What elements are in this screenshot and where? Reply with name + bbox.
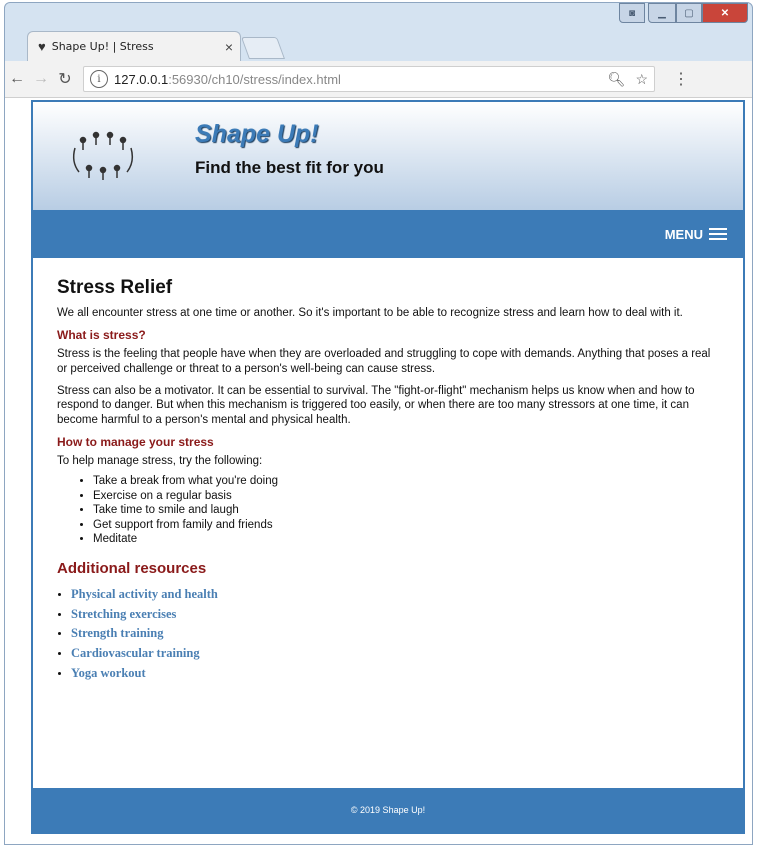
what-is-stress-heading: What is stress? [57, 328, 146, 343]
menu-button[interactable]: MENU [665, 227, 727, 242]
url-host: 127.0.0.1 [114, 71, 169, 87]
new-tab-button[interactable] [240, 37, 286, 59]
list-item: Take time to smile and laugh [93, 503, 719, 517]
main-content: Stress Relief We all encounter stress at… [33, 258, 743, 681]
people-circle-logo-icon [72, 131, 134, 180]
list-item: Yoga workout [71, 666, 719, 682]
address-bar[interactable]: i 127.0.0.1:56930/ch10/stress/index.html… [83, 66, 655, 92]
list-item: Physical activity and health [71, 587, 719, 603]
window-controls: ◙ ▁ ▢ ✕ [619, 3, 748, 23]
site-page: Shape Up! Find the best fit for you MENU… [31, 100, 745, 834]
site-navbar: MENU [33, 210, 743, 258]
bookmark-star-icon[interactable]: ☆ [635, 71, 648, 88]
resources-list: Physical activity and health Stretching … [57, 587, 719, 681]
list-item: Exercise on a regular basis [93, 489, 719, 503]
hamburger-icon [709, 228, 727, 240]
close-window-button[interactable]: ✕ [702, 3, 748, 23]
tab-bar: ♥ Shape Up! | Stress × ◙ ▁ ▢ ✕ [5, 3, 752, 63]
maximize-button[interactable]: ▢ [676, 3, 702, 23]
resource-link-yoga[interactable]: Yoga workout [71, 666, 146, 680]
resource-link-physical-activity[interactable]: Physical activity and health [71, 587, 218, 601]
url-path: :56930/ch10/stress/index.html [168, 71, 341, 87]
site-header: Shape Up! Find the best fit for you [33, 102, 743, 210]
browser-toolbar: ← → ↻ i 127.0.0.1:56930/ch10/stress/inde… [5, 61, 752, 98]
back-arrow-icon[interactable]: ← [5, 70, 29, 88]
what-paragraph-2: Stress can also be a motivator. It can b… [57, 384, 695, 426]
browser-menu-icon[interactable]: ⋮ [673, 69, 689, 89]
site-title[interactable]: Shape Up! [195, 120, 319, 149]
site-footer: © 2019 Shape Up! [33, 788, 743, 832]
list-item: Meditate [93, 532, 719, 546]
browser-tab[interactable]: ♥ Shape Up! | Stress × [27, 31, 241, 61]
tips-list: Take a break from what you're doing Exer… [57, 474, 719, 546]
copyright-text: © 2019 Shape Up! [350, 805, 426, 815]
heart-favicon-icon: ♥ [38, 39, 46, 54]
user-icon[interactable]: ◙ [619, 3, 645, 23]
tab-close-icon[interactable]: × [218, 39, 240, 55]
additional-resources-heading: Additional resources [57, 560, 207, 578]
zoom-icon[interactable]: 🔍︎ [608, 71, 626, 88]
tab-title: Shape Up! | Stress [51, 40, 154, 53]
list-item: Cardiovascular training [71, 646, 719, 662]
minimize-button[interactable]: ▁ [648, 3, 676, 23]
info-icon[interactable]: i [90, 70, 108, 88]
menu-label: MENU [664, 226, 703, 242]
intro-paragraph: We all encounter stress at one time or a… [57, 306, 683, 319]
list-item: Strength training [71, 626, 719, 642]
forward-arrow-icon[interactable]: → [29, 70, 53, 88]
reload-icon[interactable]: ↻ [53, 69, 77, 89]
list-item: Stretching exercises [71, 607, 719, 623]
list-item: Get support from family and friends [93, 518, 719, 532]
site-tagline: Find the best fit for you [195, 158, 384, 177]
page-viewport: Shape Up! Find the best fit for you MENU… [5, 98, 752, 844]
manage-intro: To help manage stress, try the following… [57, 455, 263, 467]
resource-link-cardio[interactable]: Cardiovascular training [71, 646, 200, 660]
list-item: Take a break from what you're doing [93, 474, 719, 488]
browser-window: ♥ Shape Up! | Stress × ◙ ▁ ▢ ✕ ← → ↻ i 1… [4, 2, 753, 845]
manage-stress-heading: How to manage your stress [57, 435, 214, 449]
page-title: Stress Relief [57, 277, 173, 298]
what-paragraph-1: Stress is the feeling that people have w… [57, 348, 711, 375]
resource-link-stretching[interactable]: Stretching exercises [71, 607, 176, 621]
resource-link-strength[interactable]: Strength training [71, 626, 164, 640]
